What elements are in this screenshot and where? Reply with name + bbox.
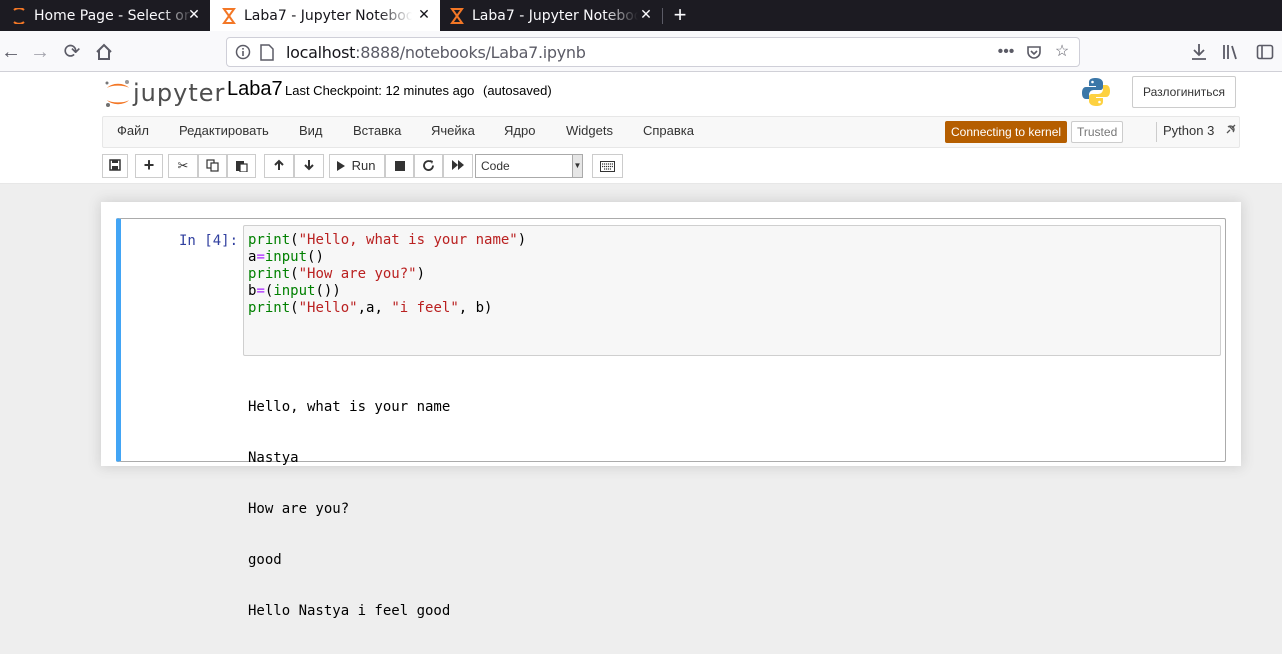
notebook-name[interactable]: Laba7 bbox=[227, 78, 283, 101]
play-icon bbox=[337, 161, 345, 171]
code-line: print("Hello",a, "i feel", b) bbox=[248, 300, 493, 316]
kernel-separator bbox=[1156, 122, 1157, 142]
sidebar-icon[interactable] bbox=[1252, 39, 1278, 65]
restart-icon bbox=[423, 160, 434, 171]
home-icon[interactable] bbox=[91, 39, 117, 65]
cut-button[interactable]: ✂ bbox=[168, 154, 198, 178]
arrow-down-icon bbox=[304, 160, 314, 171]
page-actions-icon[interactable]: ••• bbox=[995, 41, 1017, 63]
jupyter-logo[interactable]: jupyter bbox=[103, 78, 224, 110]
url-host: localhost bbox=[286, 43, 356, 62]
browser-nav-bar: ← → ⟳ localhost:8888/notebooks/Laba7.ipy… bbox=[0, 31, 1282, 72]
code-line: a=input() bbox=[248, 249, 324, 265]
output-line: good bbox=[248, 552, 282, 568]
menu-widgets[interactable]: Widgets bbox=[566, 123, 613, 138]
browser-tab-laba7-active[interactable]: Laba7 - Jupyter Notebook ✕ bbox=[210, 0, 440, 31]
code-line: print("How are you?") bbox=[248, 266, 426, 282]
browser-tab-title: Laba7 - Jupyter Notebook bbox=[472, 7, 638, 24]
notebook-container: In [4]: print("Hello, what is your name"… bbox=[101, 202, 1241, 619]
menu-edit[interactable]: Редактировать bbox=[179, 123, 269, 138]
copy-button[interactable] bbox=[198, 154, 227, 178]
output-line: Nastya bbox=[248, 450, 299, 466]
code-line: print("Hello, what is your name") bbox=[248, 232, 527, 248]
kernel-name: Python 3 bbox=[1163, 123, 1215, 138]
interrupt-button[interactable] bbox=[385, 154, 414, 178]
output-line: Hello Nastya i feel good bbox=[248, 603, 451, 619]
browser-tab-laba7[interactable]: Laba7 - Jupyter Notebook ✕ bbox=[440, 0, 662, 31]
kernel-disconnected-icon bbox=[1226, 124, 1236, 134]
code-editor[interactable]: print("Hello, what is your name") a=input… bbox=[243, 225, 1221, 356]
autosave-status: (autosaved) bbox=[483, 83, 552, 98]
tab-separator bbox=[662, 8, 663, 24]
browser-tab-home[interactable]: Home Page - Select or create a notebook … bbox=[0, 0, 210, 31]
menu-insert[interactable]: Вставка bbox=[353, 123, 401, 138]
cell-output: Hello, what is your name Nastya How are … bbox=[248, 365, 450, 654]
paste-button[interactable] bbox=[227, 154, 256, 178]
menu-view[interactable]: Вид bbox=[299, 123, 323, 138]
python-logo-icon bbox=[1082, 78, 1110, 106]
site-info-icon[interactable] bbox=[235, 44, 251, 60]
page-icon bbox=[260, 44, 274, 61]
stop-icon bbox=[394, 161, 405, 171]
url-path: :8888/notebooks/Laba7.ipynb bbox=[355, 43, 586, 62]
menu-bar: Файл Редактировать Вид Вставка Ячейка Яд… bbox=[102, 116, 1240, 148]
downloads-icon[interactable] bbox=[1186, 39, 1212, 65]
restart-button[interactable] bbox=[414, 154, 443, 178]
output-line: Hello, what is your name bbox=[248, 399, 451, 415]
forward-arrow-icon[interactable]: → bbox=[27, 39, 53, 65]
output-line: How are you? bbox=[248, 501, 350, 517]
scissors-icon: ✂ bbox=[177, 158, 189, 173]
copy-icon bbox=[206, 159, 219, 172]
plus-icon: + bbox=[143, 155, 155, 175]
arrow-up-icon bbox=[274, 159, 284, 170]
menu-help[interactable]: Справка bbox=[643, 123, 694, 138]
browser-tab-strip: Home Page - Select or create a notebook … bbox=[0, 0, 1282, 31]
cell-type-value: Code bbox=[481, 159, 510, 173]
save-button[interactable] bbox=[102, 154, 128, 178]
fast-forward-icon bbox=[452, 160, 464, 170]
jupyter-header: jupyter Laba7 Last Checkpoint: 12 minute… bbox=[0, 72, 1282, 184]
last-checkpoint: Last Checkpoint: 12 minutes ago bbox=[285, 83, 475, 98]
hourglass-icon bbox=[222, 7, 236, 24]
bookmark-star-icon[interactable]: ☆ bbox=[1051, 41, 1073, 63]
library-icon[interactable] bbox=[1218, 39, 1244, 65]
browser-tab-title: Home Page - Select or create a notebook bbox=[34, 7, 194, 24]
run-label: Run bbox=[351, 158, 376, 173]
code-text[interactable]: print("Hello, what is your name") a=input… bbox=[248, 232, 526, 317]
cell-type-select[interactable]: Code ▼ bbox=[475, 154, 583, 178]
input-prompt: In [4]: bbox=[179, 233, 239, 249]
code-cell-selected[interactable]: In [4]: print("Hello, what is your name"… bbox=[116, 218, 1226, 619]
close-tab-icon[interactable]: ✕ bbox=[186, 7, 202, 23]
logout-button[interactable]: Разлогиниться bbox=[1132, 76, 1236, 108]
url-bar[interactable]: localhost:8888/notebooks/Laba7.ipynb •••… bbox=[226, 37, 1080, 67]
pocket-icon[interactable] bbox=[1023, 41, 1045, 63]
move-up-button[interactable] bbox=[264, 154, 294, 178]
jupyter-logo-icon bbox=[105, 80, 129, 107]
url-text[interactable]: localhost:8888/notebooks/Laba7.ipynb bbox=[286, 43, 586, 62]
code-line: b=(input()) bbox=[248, 283, 341, 299]
kernel-connecting-indicator: Connecting to kernel bbox=[945, 121, 1068, 143]
hourglass-icon bbox=[450, 7, 464, 24]
browser-tab-title: Laba7 - Jupyter Notebook bbox=[244, 7, 412, 24]
move-down-button[interactable] bbox=[294, 154, 324, 178]
restart-run-all-button[interactable] bbox=[443, 154, 473, 178]
jupyter-favicon-icon bbox=[13, 7, 25, 24]
run-button[interactable]: Run bbox=[329, 154, 385, 178]
command-palette-button[interactable] bbox=[592, 154, 623, 178]
menu-cell[interactable]: Ячейка bbox=[431, 123, 475, 138]
close-tab-icon[interactable]: ✕ bbox=[638, 7, 654, 23]
jupyter-logo-text: jupyter bbox=[133, 79, 226, 107]
paste-icon bbox=[236, 161, 248, 173]
keyboard-icon bbox=[600, 161, 615, 172]
close-tab-icon[interactable]: ✕ bbox=[416, 7, 432, 23]
reload-icon[interactable]: ⟳ bbox=[59, 39, 85, 65]
save-icon bbox=[109, 159, 121, 171]
new-tab-plus-icon[interactable]: + bbox=[668, 3, 692, 27]
menu-file[interactable]: Файл bbox=[117, 123, 149, 138]
trusted-indicator[interactable]: Trusted bbox=[1071, 121, 1124, 143]
menu-kernel[interactable]: Ядро bbox=[504, 123, 535, 138]
insert-cell-button[interactable]: + bbox=[135, 154, 163, 178]
chevron-down-icon: ▼ bbox=[572, 155, 582, 177]
back-arrow-icon[interactable]: ← bbox=[0, 39, 24, 65]
